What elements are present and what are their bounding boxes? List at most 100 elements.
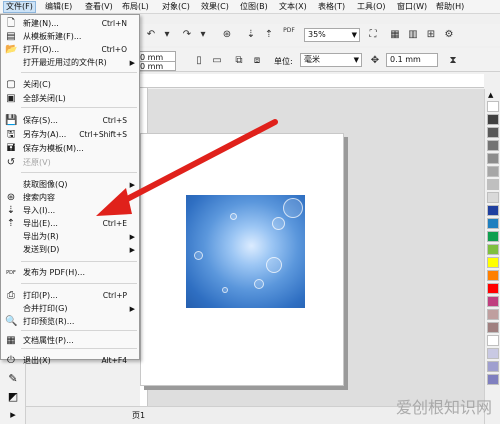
file-menu-item[interactable]: ▣ 全部关闭(L)	[1, 93, 139, 105]
color-swatch[interactable]	[487, 179, 499, 190]
file-menu-item[interactable]: 导出为(R) ▶	[1, 231, 139, 243]
file-menu-item-label: 导出(E)...	[23, 219, 58, 228]
publish-pdf-icon[interactable]: PDF	[282, 27, 296, 41]
menu-effects[interactable]: 效果(C)	[201, 2, 229, 12]
color-swatch[interactable]	[487, 140, 499, 151]
color-swatch[interactable]	[487, 335, 499, 346]
full-screen-icon[interactable]: ⛶	[366, 28, 380, 42]
submenu-arrow-icon: ▶	[129, 59, 135, 67]
zoom-level-select[interactable]: 35% ▼	[304, 28, 360, 42]
file-menu-item[interactable]: 🗋 新建(N)... Ctrl+N	[1, 18, 139, 30]
color-swatch[interactable]	[487, 166, 499, 177]
menu-bitmap[interactable]: 位图(B)	[240, 2, 268, 12]
submenu-arrow-icon: ▶	[129, 305, 135, 313]
menu-layout[interactable]: 布局(L)	[122, 2, 149, 12]
file-menu-item[interactable]: 获取图像(Q) ▶	[1, 179, 139, 191]
unit-select[interactable]: 毫米 ▼	[300, 53, 362, 67]
menu-edit[interactable]: 编辑(E)	[45, 2, 72, 12]
save-as-icon: 🖫	[6, 129, 16, 140]
color-swatch[interactable]	[487, 244, 499, 255]
color-swatch[interactable]	[487, 218, 499, 229]
file-menu-item[interactable]: 🖫 另存为(A)... Ctrl+Shift+S	[1, 129, 139, 141]
search-content-icon[interactable]: ⊛	[220, 28, 234, 42]
guidelines-icon[interactable]: ▥	[406, 28, 420, 42]
color-swatch[interactable]	[487, 283, 499, 294]
redo-dropdown-icon[interactable]: ▾	[160, 28, 174, 42]
file-menu-item[interactable]: 合并打印(G) ▶	[1, 303, 139, 315]
color-swatch[interactable]	[487, 231, 499, 242]
search-content-icon: ⊛	[6, 192, 16, 203]
undo-arrow-icon[interactable]: ↶	[144, 28, 158, 42]
color-swatch[interactable]	[487, 205, 499, 216]
more-tools-icon[interactable]: ▸	[6, 408, 20, 422]
file-menu-item[interactable]: 打开最近用过的文件(R) ▶	[1, 57, 139, 69]
file-menu-item[interactable]: 发送到(D) ▶	[1, 244, 139, 256]
duplicate-distance-icon[interactable]: ⧗	[446, 54, 460, 68]
shortcut-label: Ctrl+P	[102, 291, 127, 300]
file-menu-item[interactable]: ⏻ 退出(X) Alt+F4	[1, 355, 139, 367]
file-menu-item-label: 打开(O)...	[23, 45, 60, 54]
color-swatch[interactable]	[487, 192, 499, 203]
redo-dropdown-icon-2[interactable]: ▾	[196, 28, 210, 42]
file-menu-item-label: 导入(I)...	[23, 206, 56, 215]
portrait-icon[interactable]: ▯	[192, 54, 206, 68]
standard-toolbar: ↶ ▾ ↷ ▾ ⊛ ⇣ ⇡ PDF 35% ▼ ⛶ ▦ ▥ ⊞ ⚙	[140, 24, 500, 46]
file-menu-item-label: 导出为(R)	[23, 232, 59, 241]
all-pages-icon[interactable]: ⧉	[232, 54, 246, 68]
options-icon[interactable]: ⚙	[442, 28, 456, 42]
menu-separator	[21, 107, 137, 108]
new-file-icon: 🗋	[6, 18, 16, 29]
color-swatch[interactable]	[487, 348, 499, 359]
file-menu-item[interactable]: ⎙ 打印(P)... Ctrl+P	[1, 290, 139, 302]
import-icon[interactable]: ⇣	[244, 28, 258, 42]
color-swatch[interactable]	[487, 361, 499, 372]
file-menu-item[interactable]: 🔍 打印预览(R)...	[1, 316, 139, 328]
color-swatch[interactable]	[487, 296, 499, 307]
color-swatch[interactable]	[487, 153, 499, 164]
color-swatch[interactable]	[487, 114, 499, 125]
color-swatch[interactable]	[487, 257, 499, 268]
palette-scroll-up-icon[interactable]: ▲	[488, 91, 493, 99]
landscape-icon[interactable]: ▭	[210, 54, 224, 68]
grid-icon[interactable]: ▦	[388, 28, 402, 42]
horizontal-ruler[interactable]	[140, 74, 484, 88]
color-swatch[interactable]	[487, 374, 499, 385]
file-menu-item[interactable]: ⇣ 导入(I)...	[1, 205, 139, 217]
fill-bucket-icon[interactable]: ◩	[6, 390, 20, 404]
file-menu-item-label: 还原(V)	[23, 158, 51, 167]
redo-icon[interactable]: ↷	[180, 28, 194, 42]
bitmap-image[interactable]	[186, 195, 305, 308]
file-menu-item[interactable]: ⊛ 搜索内容	[1, 192, 139, 204]
export-icon[interactable]: ⇡	[262, 28, 276, 42]
file-menu-item-label: 关闭(C)	[23, 80, 51, 89]
color-swatch[interactable]	[487, 322, 499, 333]
nudge-distance-field[interactable]: 0.1 mm	[386, 53, 438, 67]
page-tab[interactable]: 页1	[132, 410, 145, 421]
menu-file[interactable]: 文件(F)	[3, 1, 36, 13]
file-menu-item[interactable]: 💾 保存(S)... Ctrl+S	[1, 115, 139, 127]
bubble-decoration	[254, 279, 264, 289]
menu-table[interactable]: 表格(T)	[318, 2, 345, 12]
eyedropper-icon[interactable]: ✎	[6, 372, 20, 386]
menu-text[interactable]: 文本(X)	[279, 2, 307, 12]
menu-window[interactable]: 窗口(W)	[397, 2, 427, 12]
menu-tools[interactable]: 工具(O)	[357, 2, 386, 12]
file-menu-item[interactable]: ▦ 文档属性(P)...	[1, 335, 139, 347]
page-height-field[interactable]: 0 mm	[136, 61, 176, 71]
file-menu-item[interactable]: ▢ 关闭(C)	[1, 79, 139, 91]
snap-icon[interactable]: ⊞	[424, 28, 438, 42]
menu-help[interactable]: 帮助(H)	[436, 2, 464, 12]
color-swatch[interactable]	[487, 270, 499, 281]
menu-object[interactable]: 对象(C)	[162, 2, 190, 12]
file-menu-item[interactable]: ⇡ 导出(E)... Ctrl+E	[1, 218, 139, 230]
file-menu-item[interactable]: 📂 打开(O)... Ctrl+O	[1, 44, 139, 56]
file-menu-item[interactable]: 🖬 保存为模板(M)...	[1, 143, 139, 155]
current-page-icon[interactable]: ⧈	[250, 54, 264, 68]
color-swatch[interactable]	[487, 127, 499, 138]
menu-view[interactable]: 查看(V)	[85, 2, 113, 12]
file-menu-item-label: 发布为 PDF(H)...	[23, 268, 86, 277]
color-swatch[interactable]	[487, 309, 499, 320]
file-menu-item[interactable]: PDF 发布为 PDF(H)...	[1, 267, 139, 279]
file-menu-item[interactable]: ▤ 从模板新建(F)...	[1, 31, 139, 43]
color-swatch[interactable]	[487, 101, 499, 112]
